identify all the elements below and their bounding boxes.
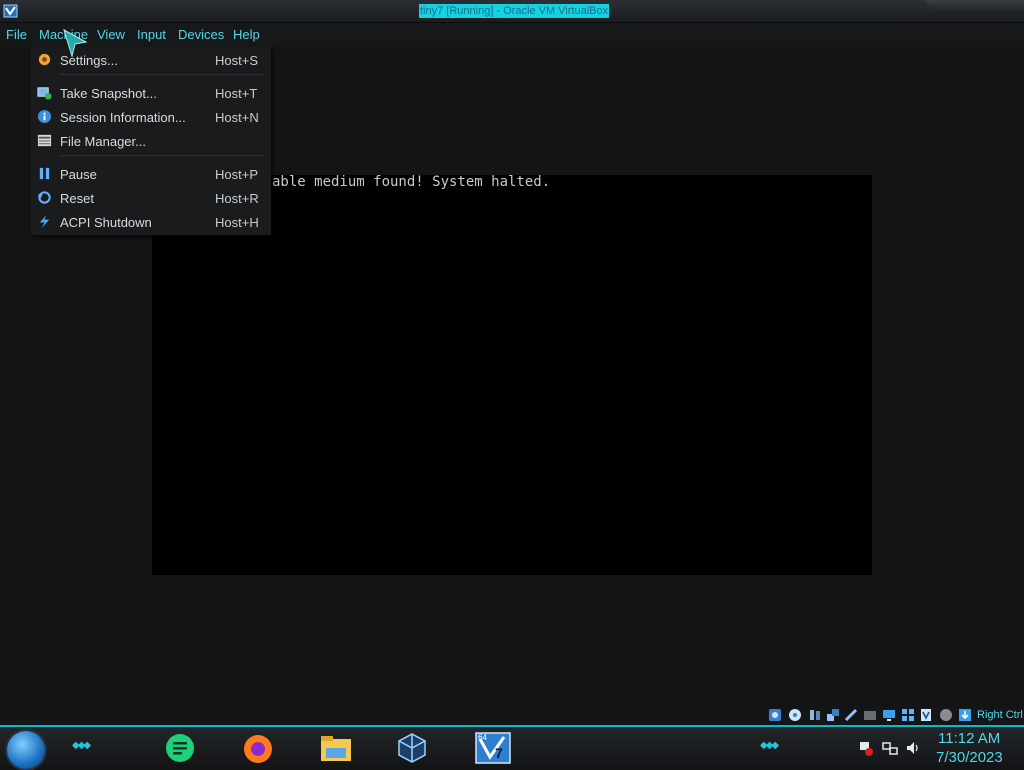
menu-item-label: Session Information... [60,110,186,125]
action-center-flag-icon[interactable] [858,740,874,756]
clock-date[interactable]: 7/30/2023 [936,749,1003,766]
menu-input[interactable]: Input [137,27,166,42]
acpi-shutdown-icon [39,214,50,229]
boot-message: able medium found! System halted. [272,174,551,190]
audio-icon[interactable] [808,708,822,722]
taskbar-decoration: ◆◆◆ [72,740,91,751]
notes-app-icon[interactable] [162,731,198,765]
menu-item-take-snapshot[interactable]: Take Snapshot... Host+T [31,82,271,104]
menu-item-shortcut: Host+H [215,215,259,230]
menu-item-label: Take Snapshot... [60,86,157,101]
network-tray-icon[interactable] [882,740,898,756]
mouse-integration-icon[interactable] [939,708,953,722]
keyboard-icon[interactable] [958,708,972,722]
menu-item-shortcut: Host+P [215,167,258,182]
menu-separator [60,74,265,75]
window-title: tiny7 [Running] - Oracle VM VirtualBox [419,4,610,18]
menu-item-pause[interactable]: Pause Host+P [31,163,271,185]
recording-icon[interactable] [901,708,915,722]
menu-item-shortcut: Host+N [215,110,259,125]
menu-bar: File Machine View Input Devices Help [0,23,1024,47]
hard-disk-icon[interactable] [768,708,782,722]
menu-item-label: Reset [60,191,94,206]
menu-file[interactable]: File [6,27,27,42]
menu-view[interactable]: View [97,27,125,42]
pause-icon [39,167,50,180]
taskbar: ◆◆◆ ◆◆◆ 64 7 11:12 AM 7/30/2023 [0,725,1024,770]
vm-window-icon [475,732,511,764]
menu-item-shortcut: Host+T [215,86,258,101]
vm-status-bar: Right Ctrl [760,705,1024,725]
title-bar[interactable]: tiny7 [Running] - Oracle VM VirtualBox [0,0,1024,23]
menu-item-session-information[interactable]: Session Information... Host+N [31,106,271,128]
menu-item-file-manager[interactable]: File Manager... [31,130,271,152]
window-controls[interactable] [924,0,1024,14]
menu-item-acpi-shutdown[interactable]: ACPI Shutdown Host+H [31,211,271,233]
firefox-icon[interactable] [240,731,276,765]
vm-badge: 64 [478,733,487,742]
start-button[interactable] [7,731,45,769]
clock-time[interactable]: 11:12 AM [938,730,1000,747]
network-icon[interactable] [826,708,840,722]
snapshot-icon [37,87,52,100]
usb-icon[interactable] [844,708,858,722]
virtualbox-icon[interactable] [3,3,19,19]
display-icon[interactable] [882,708,896,722]
menu-help[interactable]: Help [233,27,260,42]
reset-icon [37,191,51,204]
menu-item-reset[interactable]: Reset Host+R [31,187,271,209]
virtualbox-manager-icon[interactable] [394,731,430,765]
volume-icon[interactable] [905,740,921,756]
mouse-cursor-icon [63,28,88,58]
menu-item-shortcut: Host+R [215,191,259,206]
menu-item-label: Pause [60,167,97,182]
settings-gear-icon [38,53,51,66]
machine-dropdown-menu: Settings... Host+S Take Snapshot... Host… [31,47,271,235]
file-manager-icon [37,134,52,147]
shared-folders-icon[interactable] [863,708,877,722]
menu-item-label: File Manager... [60,134,146,149]
menu-item-shortcut: Host+S [215,53,258,68]
menu-separator [60,155,265,156]
menu-item-label: ACPI Shutdown [60,215,152,230]
taskbar-decoration: ◆◆◆ [760,740,779,751]
virtualbox-vm-icon[interactable]: 64 7 [470,731,516,765]
optical-disk-icon[interactable] [788,708,802,722]
file-explorer-icon[interactable] [318,731,354,765]
vm-screen[interactable] [152,175,872,575]
menu-devices[interactable]: Devices [178,27,224,42]
host-key-label: Right Ctrl [977,709,1023,721]
info-icon [37,109,52,124]
virtualization-icon[interactable] [919,708,933,722]
vm-number: 7 [495,745,503,761]
